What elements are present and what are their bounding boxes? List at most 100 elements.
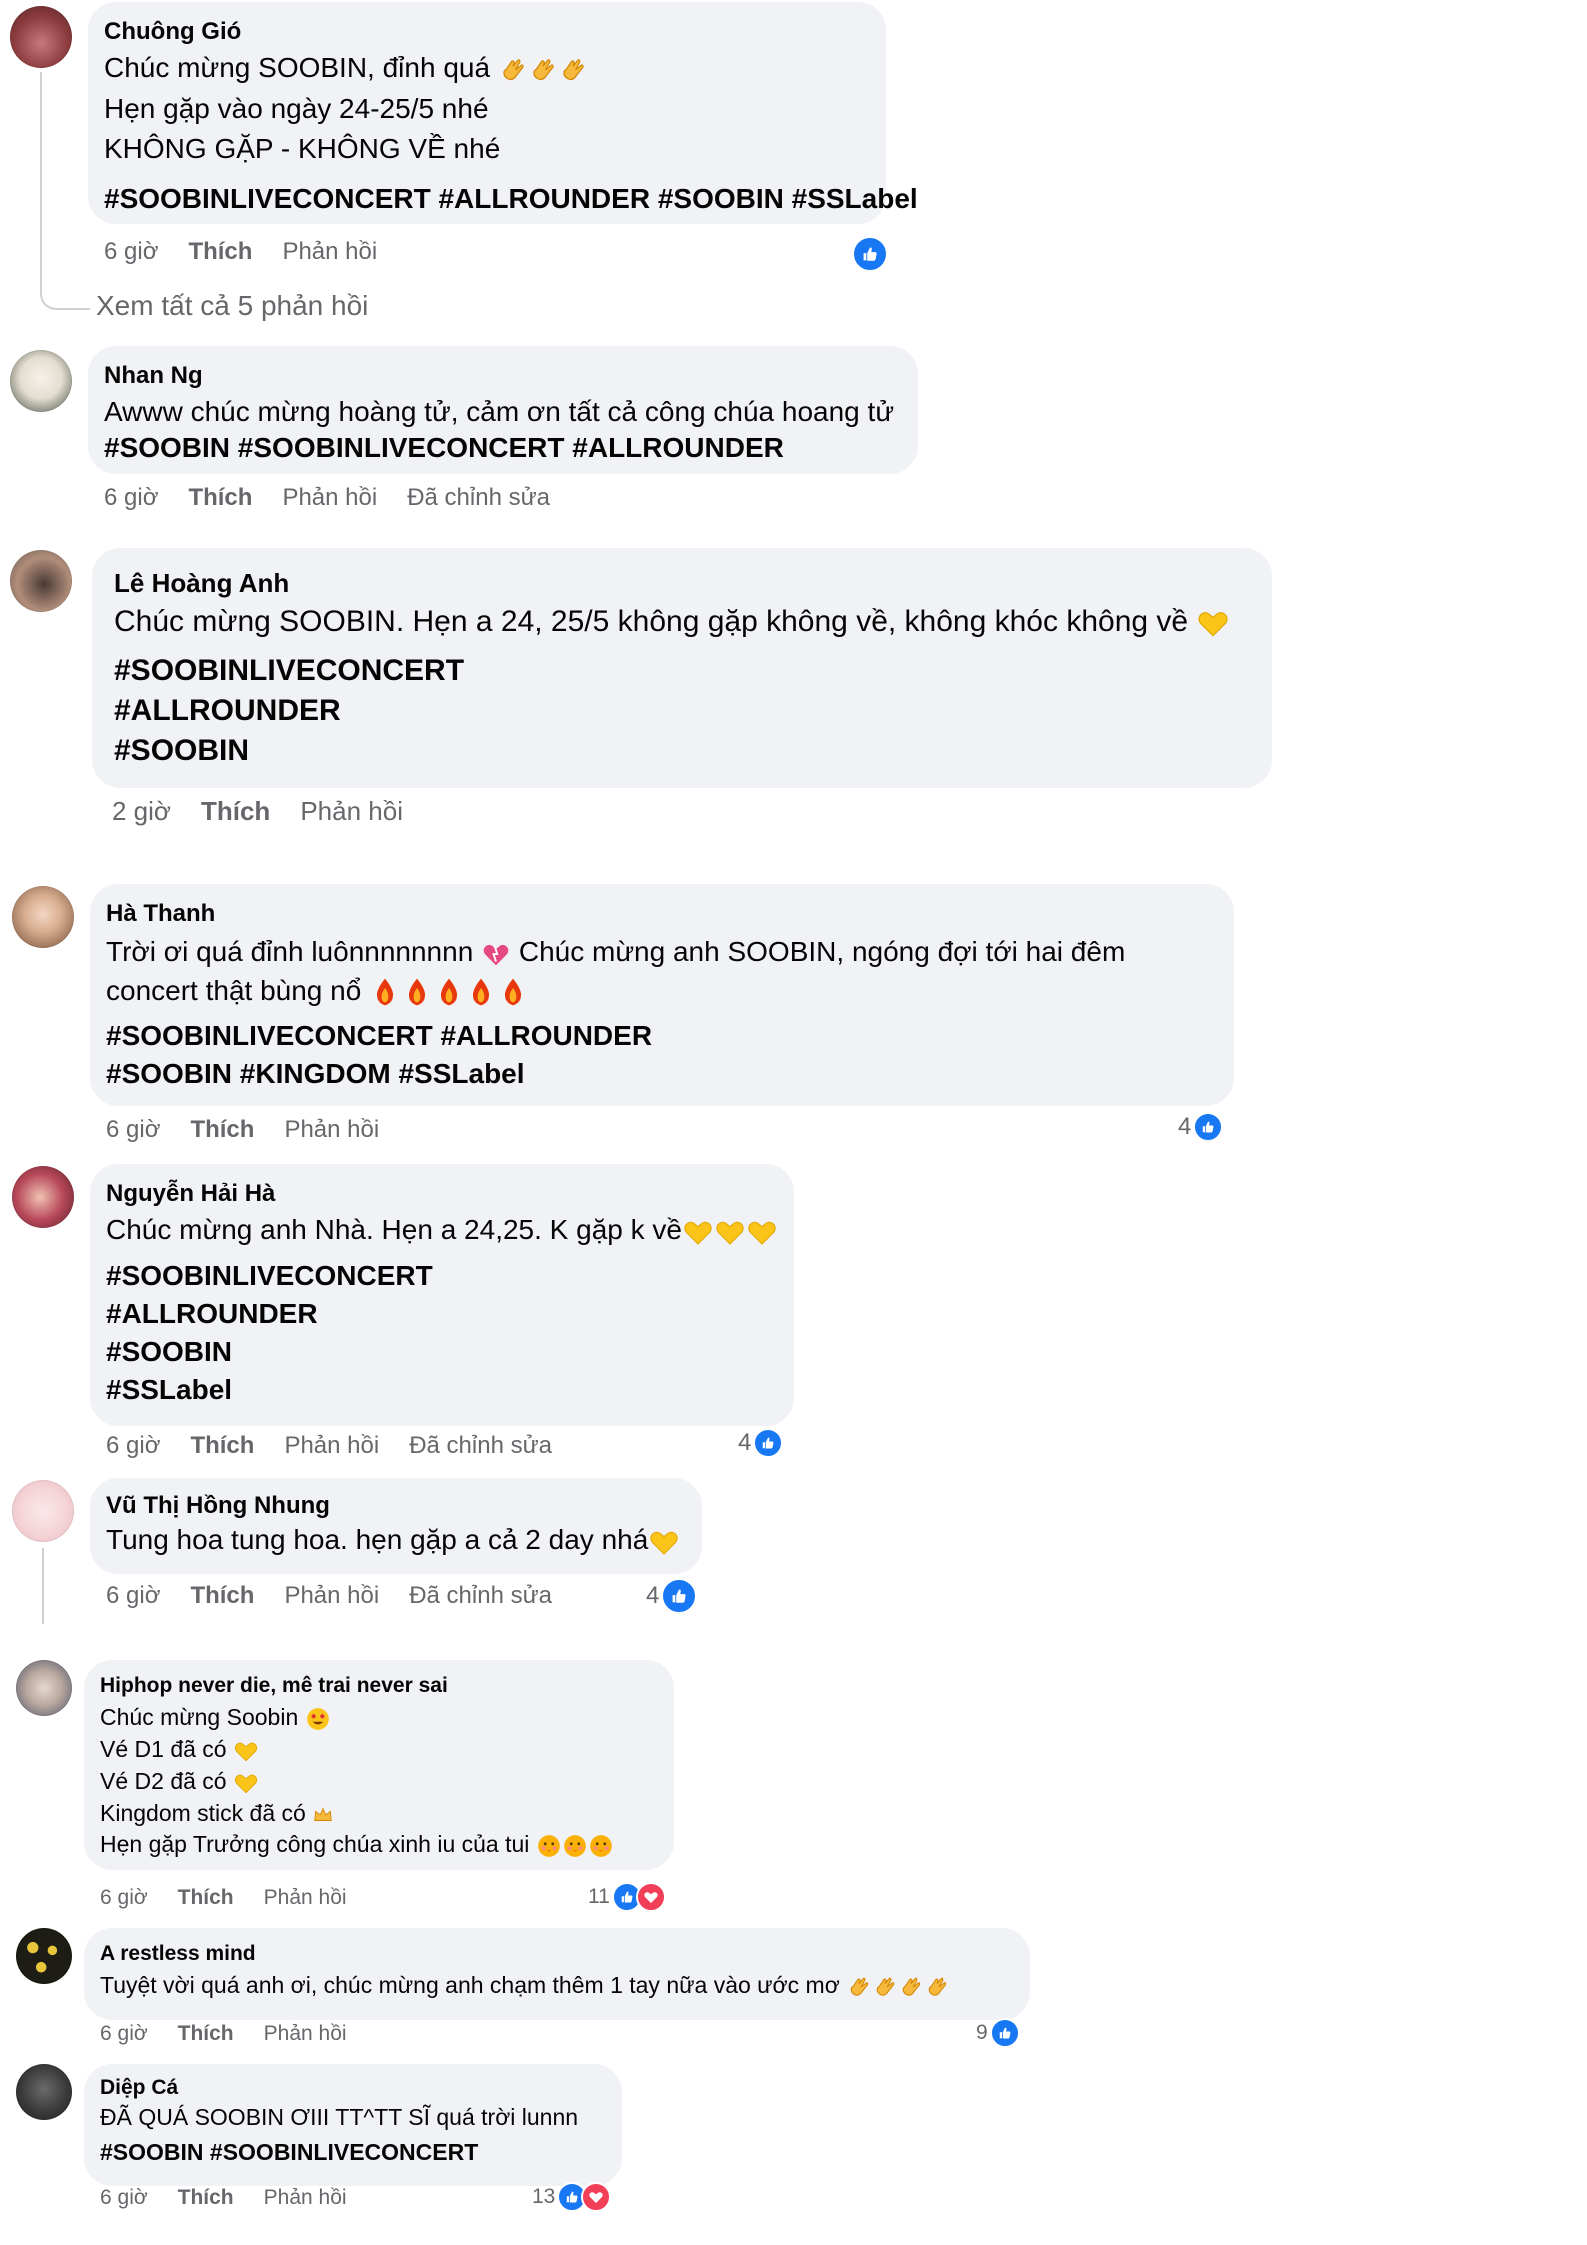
kissing-face-icon <box>536 1833 562 1859</box>
comment-author[interactable]: Nhan Ng <box>104 362 898 390</box>
comment-line: Chúc mừng SOOBIN. Hẹn a 24, 25/5 không g… <box>114 605 1189 638</box>
comment-line: Vé D2 đã có <box>100 1767 227 1794</box>
yellow-heart-icon <box>648 1526 680 1558</box>
avatar[interactable] <box>16 1928 72 1984</box>
reply-button[interactable]: Phản hồi <box>284 1582 379 1609</box>
kissing-face-icon <box>562 1833 588 1859</box>
reply-button[interactable]: Phản hồi <box>264 2022 347 2045</box>
like-button[interactable]: Thích <box>188 484 252 511</box>
avatar[interactable] <box>10 6 72 68</box>
hashtags[interactable]: #ALLROUNDER <box>106 1298 774 1330</box>
like-button[interactable]: Thích <box>190 1116 254 1143</box>
comment-actions: 6 giờ Thích Phản hồi <box>100 1886 377 1910</box>
comment-text: concert thật bùng nổ <box>106 975 1214 1009</box>
timestamp[interactable]: 6 giờ <box>106 1116 160 1143</box>
comment-author[interactable]: Chuông Gió <box>104 18 866 46</box>
timestamp[interactable]: 6 giờ <box>100 2186 148 2209</box>
reaction-summary[interactable]: 11 <box>588 1882 666 1912</box>
reply-button[interactable]: Phản hồi <box>282 484 377 511</box>
hashtags[interactable]: #SOOBIN #KINGDOM #SSLabel <box>106 1058 1214 1090</box>
avatar[interactable] <box>10 550 72 612</box>
reaction-count: 4 <box>738 1429 752 1456</box>
reaction-summary[interactable]: 13 <box>532 2182 612 2212</box>
comment-author[interactable]: Diệp Cá <box>100 2076 602 2100</box>
comment-author[interactable]: Nguyễn Hải Hà <box>106 1180 774 1208</box>
comment-author[interactable]: Hiphop never die, mê trai never sai <box>100 1674 654 1698</box>
reply-thread-line <box>40 72 90 310</box>
yellow-heart-icon <box>746 1216 778 1248</box>
comment-text: Tuyệt vời quá anh ơi, chúc mừng anh chạm… <box>100 1972 1010 2000</box>
timestamp[interactable]: 6 giờ <box>106 1432 160 1459</box>
comment-actions: 6 giờ Thích Phản hồi Đã chỉnh sửa <box>106 1582 582 1610</box>
hashtags[interactable]: #SOOBINLIVECONCERT #ALLROUNDER <box>106 1020 1214 1052</box>
comment-text: Chúc mừng Soobin <box>100 1704 654 1732</box>
comment-actions: 6 giờ Thích Phản hồi <box>106 1116 409 1144</box>
hashtags[interactable]: #SOOBIN #SOOBINLIVECONCERT #ALLROUNDER <box>104 432 898 464</box>
hashtags[interactable]: #SOOBIN #SOOBINLIVECONCERT <box>100 2139 602 2166</box>
avatar[interactable] <box>12 1480 74 1542</box>
comment-bubble: Hà Thanh Trời ơi quá đỉnh luônnnnnnnn Ch… <box>90 884 1234 1106</box>
timestamp[interactable]: 2 giờ <box>112 796 171 826</box>
timestamp[interactable]: 6 giờ <box>106 1582 160 1609</box>
edited-label: Đã chỉnh sửa <box>409 1432 552 1459</box>
reply-button[interactable]: Phản hồi <box>264 2186 347 2209</box>
like-button[interactable]: Thích <box>188 238 252 265</box>
like-button[interactable]: Thích <box>178 2022 234 2045</box>
kissing-face-icon <box>588 1833 614 1859</box>
comment-bubble: Nguyễn Hải Hà Chúc mừng anh Nhà. Hẹn a 2… <box>90 1164 794 1426</box>
fire-icon <box>433 976 465 1008</box>
reply-button[interactable]: Phản hồi <box>284 1432 379 1459</box>
timestamp[interactable]: 6 giờ <box>100 1886 148 1909</box>
view-replies-link[interactable]: Xem tất cả 5 phản hồi <box>96 290 368 322</box>
reaction-summary[interactable]: 9 <box>976 2018 1020 2048</box>
comment-line: Hẹn gặp vào ngày 24-25/5 nhé <box>104 92 489 124</box>
reply-button[interactable]: Phản hồi <box>282 238 377 265</box>
comment-actions: 6 giờ Thích Phản hồi <box>100 2022 377 2046</box>
timestamp[interactable]: 6 giờ <box>100 2022 148 2045</box>
clapping-hands-icon <box>872 1974 898 2000</box>
avatar[interactable] <box>10 350 72 412</box>
like-button[interactable]: Thích <box>201 796 270 826</box>
reaction-summary[interactable]: 4 <box>738 1428 784 1458</box>
hashtags[interactable]: #SOOBIN <box>106 1336 774 1368</box>
heart-icon <box>581 2182 612 2212</box>
reaction-summary[interactable]: 4 <box>646 1578 698 1614</box>
reply-button[interactable]: Phản hồi <box>300 796 403 826</box>
comment-text: Kingdom stick đã có <box>100 1800 654 1827</box>
comment-author[interactable]: Vũ Thị Hồng Nhung <box>106 1492 682 1520</box>
comment-author[interactable]: Hà Thanh <box>106 900 1214 928</box>
reaction-summary[interactable]: 4 <box>1178 1112 1224 1142</box>
avatar[interactable] <box>12 1166 74 1228</box>
comment-bubble: Nhan Ng Awww chúc mừng hoàng tử, cảm ơn … <box>88 346 918 474</box>
reply-button[interactable]: Phản hồi <box>264 1886 347 1909</box>
comment-text: Chúc mừng anh Nhà. Hẹn a 24,25. K gặp k … <box>106 1214 774 1248</box>
comment-text: Hẹn gặp Trưởng công chúa xinh iu của tui <box>100 1831 654 1859</box>
hashtags[interactable]: #SSLabel <box>106 1374 774 1406</box>
comment-line: Hẹn gặp Trưởng công chúa xinh iu của tui <box>100 1830 530 1857</box>
hashtags[interactable]: #SOOBINLIVECONCERT #ALLROUNDER #SOOBIN #… <box>104 183 918 215</box>
like-button[interactable]: Thích <box>190 1432 254 1459</box>
comment-author[interactable]: A restless mind <box>100 1942 1010 1966</box>
avatar[interactable] <box>16 1660 72 1716</box>
comment-actions: 6 giờ Thích Phản hồi Đã chỉnh sửa <box>106 1432 582 1460</box>
avatar[interactable] <box>16 2064 72 2120</box>
hashtags[interactable]: #SOOBIN <box>114 734 1252 768</box>
reaction-summary[interactable] <box>852 236 888 272</box>
clapping-hands-icon <box>924 1974 950 2000</box>
comment-actions: 6 giờ Thích Phản hồi <box>104 238 407 266</box>
heart-burst-icon <box>481 939 511 969</box>
like-icon <box>753 1428 784 1458</box>
timestamp[interactable]: 6 giờ <box>104 484 158 511</box>
hashtags[interactable]: #SOOBINLIVECONCERT <box>114 654 1252 688</box>
hashtags[interactable]: #SOOBINLIVECONCERT <box>106 1260 774 1292</box>
like-button[interactable]: Thích <box>178 2186 234 2209</box>
reply-button[interactable]: Phản hồi <box>284 1116 379 1143</box>
like-button[interactable]: Thích <box>178 1886 234 1909</box>
like-button[interactable]: Thích <box>190 1582 254 1609</box>
hashtags[interactable]: #ALLROUNDER <box>114 694 1252 728</box>
avatar[interactable] <box>12 886 74 948</box>
comment-actions: 6 giờ Thích Phản hồi <box>100 2186 377 2210</box>
timestamp[interactable]: 6 giờ <box>104 238 158 265</box>
clapping-hands-icon <box>498 55 528 85</box>
comment-author[interactable]: Lê Hoàng Anh <box>114 568 1252 599</box>
